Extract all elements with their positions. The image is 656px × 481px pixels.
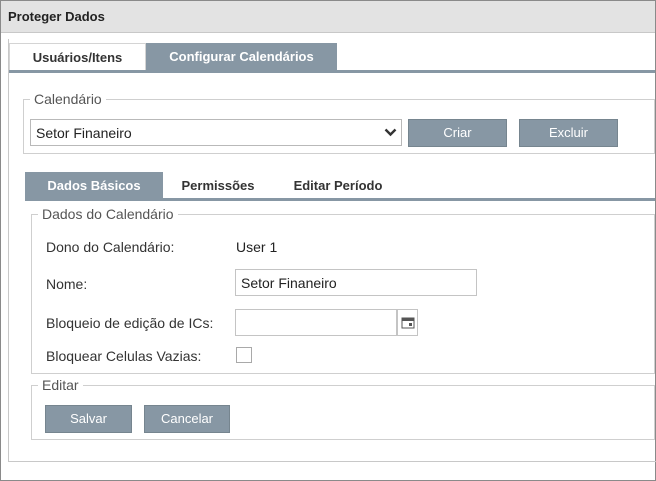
tab-users-items-label: Usuários/Itens xyxy=(32,50,123,65)
inner-tab-underline xyxy=(25,198,655,201)
edit-group-legend: Editar xyxy=(42,377,79,393)
calendar-select-value: Setor Finaneiro xyxy=(36,125,132,141)
name-label: Nome: xyxy=(46,276,88,292)
calendar-select[interactable]: Setor Finaneiro xyxy=(30,119,402,146)
tab-configure-calendars[interactable]: Configurar Calendários xyxy=(146,43,337,70)
top-tab-underline xyxy=(9,70,655,73)
calendar-icon[interactable] xyxy=(397,309,418,336)
chevron-down-icon[interactable] xyxy=(379,120,401,145)
owner-label: Dono do Calendário: xyxy=(46,239,175,255)
save-button[interactable]: Salvar xyxy=(45,405,132,433)
calendar-data-legend: Dados do Calendário xyxy=(42,206,174,222)
tab-permissions[interactable]: Permissões xyxy=(165,172,271,199)
tab-edit-period[interactable]: Editar Período xyxy=(275,172,401,199)
name-field-value: Setor Finaneiro xyxy=(241,275,337,291)
protect-data-window: Proteger Dados Usuários/Itens Configurar… xyxy=(0,0,656,481)
lock-ic-label: Bloqueio de edição de ICs: xyxy=(46,315,214,331)
cancel-button-label: Cancelar xyxy=(160,411,214,426)
block-empty-cells-checkbox[interactable] xyxy=(236,347,252,363)
calendar-group-legend: Calendário xyxy=(34,91,102,107)
create-button-label: Criar xyxy=(443,125,472,140)
tab-configure-calendars-label: Configurar Calendários xyxy=(169,49,314,64)
create-button[interactable]: Criar xyxy=(408,119,507,147)
tab-basic-data-label: Dados Básicos xyxy=(47,178,141,193)
name-field[interactable]: Setor Finaneiro xyxy=(235,269,477,296)
tab-users-items[interactable]: Usuários/Itens xyxy=(9,43,146,70)
delete-button[interactable]: Excluir xyxy=(519,119,618,147)
tab-edit-period-label: Editar Período xyxy=(293,178,383,193)
block-empty-cells-label: Bloquear Celulas Vazias: xyxy=(46,348,202,364)
tab-permissions-label: Permissões xyxy=(181,178,255,193)
owner-value: User 1 xyxy=(236,239,278,255)
top-tab-bar: Usuários/Itens Configurar Calendários xyxy=(9,43,655,70)
lock-ic-date-field[interactable] xyxy=(235,309,397,336)
tab-basic-data[interactable]: Dados Básicos xyxy=(25,172,163,199)
cancel-button[interactable]: Cancelar xyxy=(144,405,230,433)
save-button-label: Salvar xyxy=(70,411,107,426)
delete-button-label: Excluir xyxy=(548,125,588,140)
window-title: Proteger Dados xyxy=(8,9,105,24)
title-bar: Proteger Dados xyxy=(1,1,655,33)
